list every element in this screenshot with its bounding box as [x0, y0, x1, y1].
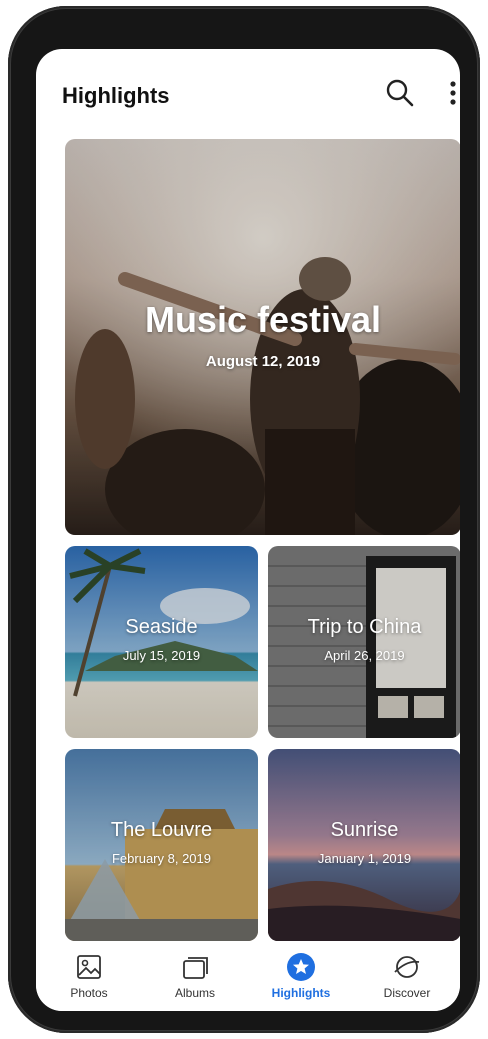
planet-icon	[394, 956, 420, 978]
featured-highlight-card[interactable]: Music festival August 12, 2019	[65, 139, 460, 535]
highlight-card-the-louvre[interactable]: The Louvre February 8, 2019	[65, 749, 258, 941]
card-title: Seaside	[125, 616, 198, 638]
highlight-card-sunrise[interactable]: Sunrise January 1, 2019	[268, 749, 460, 941]
nav-label-discover: Discover	[383, 986, 431, 1000]
image-icon	[77, 955, 101, 979]
card-overlay	[268, 749, 460, 941]
card-title: Trip to China	[307, 616, 422, 638]
albums-icon	[183, 957, 208, 979]
nav-item-photos[interactable]: Photos	[36, 944, 142, 1011]
bottom-navigation: Photos Albums Highlights Discover	[36, 944, 460, 1011]
page-title: Highlights	[62, 83, 170, 108]
nav-item-albums[interactable]: Albums	[142, 944, 248, 1011]
star-icon	[287, 953, 315, 981]
card-title: Sunrise	[330, 819, 399, 841]
card-date: February 8, 2019	[111, 851, 211, 866]
highlight-card-trip-to-china[interactable]: Trip to China April 26, 2019	[268, 546, 460, 738]
nav-label-photos: Photos	[70, 986, 108, 1000]
highlight-card-seaside[interactable]: Seaside July 15, 2019	[65, 546, 258, 738]
more-vertical-icon	[450, 81, 456, 105]
card-overlay	[65, 749, 258, 941]
nav-label-albums: Albums	[174, 986, 215, 1000]
card-date: April 26, 2019	[324, 648, 405, 663]
featured-date: August 12, 2019	[205, 353, 321, 370]
screen: Highlights Music festival August 12, 201…	[36, 49, 460, 1011]
card-overlay	[65, 546, 258, 738]
search-button[interactable]	[384, 77, 416, 109]
card-date: July 15, 2019	[122, 648, 201, 663]
nav-label-highlights: Highlights	[271, 986, 331, 1000]
card-overlay	[268, 546, 460, 738]
app-header: Highlights	[36, 49, 460, 139]
card-date: January 1, 2019	[317, 851, 412, 866]
more-options-button[interactable]	[442, 79, 460, 109]
nav-item-discover[interactable]: Discover	[354, 944, 460, 1011]
phone-frame: Highlights Music festival August 12, 201…	[8, 6, 480, 1033]
nav-item-highlights[interactable]: Highlights	[248, 944, 354, 1011]
featured-title: Music festival	[144, 299, 382, 340]
search-icon	[386, 79, 414, 107]
card-title: The Louvre	[110, 819, 213, 841]
